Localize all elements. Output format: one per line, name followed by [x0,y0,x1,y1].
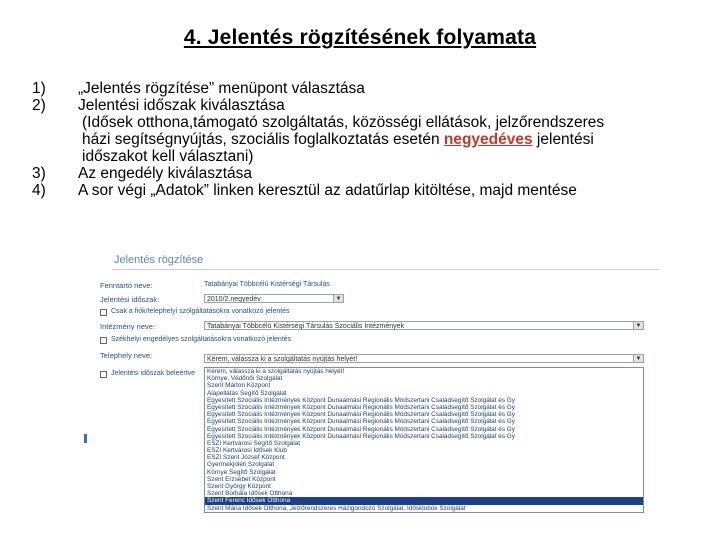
idoszak-value: 2010/2.negyedév [207,296,261,303]
divider [112,269,660,270]
steps-list: 1) „Jelentés rögzítése” menüpont választ… [32,80,702,199]
dropdown-option[interactable]: Újvárosi Segítő Szolgálat [205,512,643,513]
step-number: 4) [32,182,46,199]
dropdown-option[interactable]: Egyesített Szociális Intézmények Központ… [205,397,643,404]
telephely-dropdown-list[interactable]: Kérem, válassza ki a szolgáltatás nyújtá… [204,367,644,513]
step-number: 3) [32,165,46,182]
chevron-down-icon[interactable]: ▼ [633,322,643,329]
step-2: 2) Jelentési időszak kiválasztása [32,97,702,114]
note-line-2: házi segítségnyújtás, szociális foglalko… [82,131,702,148]
idoszak-label: Jelentési időszak: [100,295,160,304]
intezmeny-select[interactable]: Tatabányai Többcélú Kistérségi Társulás … [204,321,644,330]
dropdown-option[interactable]: Környe Segítő Szolgálat [205,469,643,476]
dropdown-option[interactable]: Egyesített Szociális Intézmények Központ… [205,426,643,433]
step-3: 3) Az engedély kiválasztása [32,165,702,182]
dropdown-option[interactable]: Kérem, válassza ki a szolgáltatás nyújtá… [205,368,643,375]
note-line-3: időszakot kell választani) [82,148,254,165]
dropdown-option[interactable]: Alapellátás Segítő Szolgálat [205,390,643,397]
left-marker [84,434,87,443]
dropdown-option[interactable]: Szent Erzsébet Központ [205,476,643,483]
note-text: házi segítségnyújtás, szociális foglalko… [82,131,444,148]
idoszak-select[interactable]: 2010/2.negyedév ▼ [204,294,344,303]
dropdown-option[interactable]: ESZI Szent József Központ [205,454,643,461]
dropdown-option[interactable]: Szent Mária Idősek Otthona, Jelzőrendsze… [205,505,643,512]
dropdown-option[interactable]: Egyesített Szociális Intézmények Központ… [205,404,643,411]
step-text: Az engedély kiválasztása [78,165,253,182]
highlight-negyedeves: negyedéves [443,131,533,148]
jelentesi-checkbox-label: Jelentési időszak beleértve [111,370,196,377]
dropdown-option[interactable]: ESZI Kertvárosi Segítő Szolgálat [205,440,643,447]
chevron-down-icon[interactable]: ▼ [333,295,343,302]
telephely-label: Telephely neve: [100,351,153,360]
fenntarto-value: Tatabányai Többcélú Kistérségi Társulás [204,281,330,288]
intezmeny-value: Tatabányai Többcélú Kistérségi Társulás … [207,323,405,330]
step-4: 4) A sor végi „Adatok” linken keresztül … [32,182,702,199]
dropdown-option[interactable]: Szent Borbála Idősek Otthona [205,490,643,497]
jelentesi-checkbox[interactable] [100,371,107,378]
intezmeny-label: Intézmény neve: [100,322,156,331]
step-1: 1) „Jelentés rögzítése” menüpont választ… [32,80,702,97]
dropdown-option[interactable]: Egyesített Szociális Intézmények Központ… [205,411,643,418]
step-number: 1) [32,80,46,97]
dropdown-option[interactable]: Környe, Védőnői Szolgálat [205,375,643,382]
note-text: jelentési [532,131,594,148]
step-text: A sor végi „Adatok” linken keresztül az … [78,182,577,199]
dropdown-option[interactable]: Szent Ferenc Idősek Otthona [205,497,643,505]
fiok-checkbox[interactable] [100,309,107,316]
note-line-1: (Idősek otthona,támogató szolgáltatás, k… [82,114,605,131]
step-number: 2) [32,97,46,114]
step-text: „Jelentés rögzítése” menüpont választása [78,80,365,97]
dropdown-option[interactable]: Szent György Központ [205,483,643,490]
fenntarto-label: Fenntartó neve: [100,281,153,290]
szekhely-checkbox-label: Székhelyi engedélyes szolgáltatásokra vo… [111,336,292,343]
telephely-value: Kérem, válassza ki a szolgáltatás nyújtá… [207,356,358,363]
dropdown-option[interactable]: Egyesített Szociális Intézmények Központ… [205,418,643,425]
fiok-checkbox-label: Csak a fiók/telephelyi szolgáltatásokra … [111,308,290,315]
step-text: Jelentési időszak kiválasztása [78,97,285,114]
slide-title: 4. Jelentés rögzítésének folyamata [183,26,537,49]
szekhely-checkbox[interactable] [100,337,107,344]
chevron-down-icon[interactable]: ▼ [633,355,643,362]
dropdown-option[interactable]: Szent Márton Központ [205,382,643,389]
dropdown-option[interactable]: Gyermekjóléti Szolgálat [205,461,643,468]
dropdown-option[interactable]: Egyesített Szociális Intézmények Központ… [205,433,643,440]
dropdown-option[interactable]: ESZI Kertvárosi Idősek Klub [205,447,643,454]
telephely-select[interactable]: Kérem, válassza ki a szolgáltatás nyújtá… [204,354,644,363]
screenshot-page-title: Jelentés rögzítése [114,254,204,266]
step-2-note: (Idősek otthona,támogató szolgáltatás, k… [32,114,702,165]
embedded-screenshot: Jelentés rögzítése Fenntartó neve: Tatab… [84,248,664,513]
